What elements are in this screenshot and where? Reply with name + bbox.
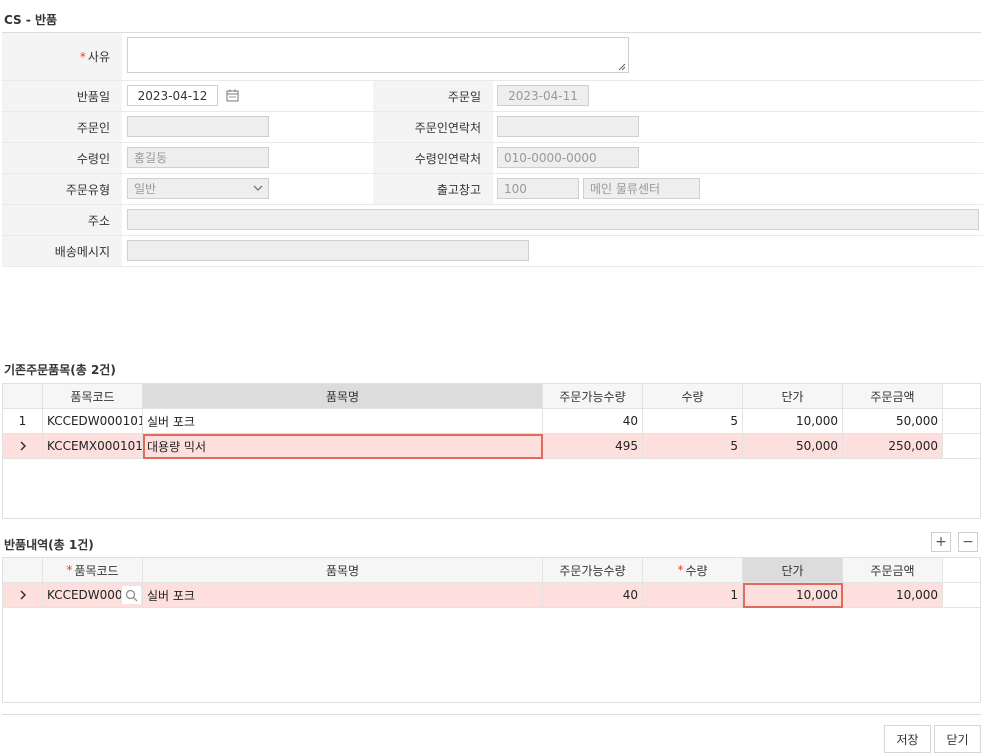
form-row-type: 주문유형 일반 출고창고 100 메인 물류센터 [2, 174, 983, 205]
form-row-orderer: 주문인 주문인연락처 [2, 112, 983, 143]
form-row-receiver: 수령인 홍길동 수령인연락처 010-0000-0000 [2, 143, 983, 174]
required-mark: * [677, 563, 684, 577]
return-date-label: 반품일 [2, 81, 122, 111]
header-code[interactable]: 품목코드 [43, 384, 143, 408]
cell-amount[interactable]: 10,000 [843, 583, 943, 607]
reason-textarea[interactable] [127, 37, 629, 73]
cell-avail[interactable]: 495 [543, 434, 643, 458]
header-avail[interactable]: 주문가능수량 [543, 384, 643, 408]
cell-qty[interactable]: 5 [643, 434, 743, 458]
header-qty[interactable]: * 수량 [643, 558, 743, 582]
orig-order-grid: 품목코드 품목명 주문가능수량 수량 단가 주문금액 1 KCCEDW00010… [2, 383, 981, 519]
cell-avail[interactable]: 40 [543, 409, 643, 433]
form-row-address: 주소 [2, 205, 983, 236]
receiver-label: 수령인 [2, 143, 122, 173]
order-type-value: 일반 [134, 182, 157, 196]
cell-avail[interactable]: 40 [543, 583, 643, 607]
cell-price[interactable]: 10,000 [743, 409, 843, 433]
header-qty[interactable]: 수량 [643, 384, 743, 408]
header-code[interactable]: * 품목코드 [43, 558, 143, 582]
receiver-input: 홍길동 [127, 147, 269, 168]
add-row-button[interactable]: + [931, 532, 951, 552]
cell-code[interactable]: KCCEMX000101 [43, 434, 143, 458]
header-name[interactable]: 품목명 [143, 558, 543, 582]
receiver-contact-input: 010-0000-0000 [497, 147, 639, 168]
cell-price[interactable]: 10,000 [743, 583, 843, 607]
cell-code[interactable]: KCCEDW000101 [43, 409, 143, 433]
cell-amount[interactable]: 250,000 [843, 434, 943, 458]
warehouse-label: 출고창고 [373, 174, 493, 204]
chevron-down-icon [253, 185, 263, 191]
warehouse-code-input: 100 [497, 178, 579, 199]
orderer-input [127, 116, 269, 137]
form-row-reason: * 사유 [2, 33, 983, 81]
table-row-selected[interactable]: KCCEDW000 실버 포크 40 1 10,000 10,000 [3, 583, 980, 608]
header-marker [3, 384, 43, 408]
warehouse-name-input: 메인 물류센터 [583, 178, 700, 199]
cell-qty[interactable]: 1 [643, 583, 743, 607]
return-grid: * 품목코드 품목명 주문가능수량 * 수량 단가 주문금액 KCCEDW000 실… [2, 557, 981, 703]
orderer-contact-input [497, 116, 639, 137]
return-form: * 사유 반품일 2023-04-12 주문일 2023-04-11 주문인 주문… [2, 33, 983, 267]
order-date-input: 2023-04-11 [497, 85, 589, 106]
page-title: CS - 반품 [4, 13, 58, 27]
calendar-icon[interactable] [223, 86, 241, 104]
remove-row-button[interactable]: − [958, 532, 978, 552]
header-price[interactable]: 단가 [743, 384, 843, 408]
search-icon[interactable] [121, 586, 141, 604]
row-pointer-icon [3, 434, 43, 458]
header-qty-text: 수량 [685, 563, 708, 578]
orderer-label: 주문인 [2, 112, 122, 142]
table-row-selected[interactable]: KCCEMX000101 대용량 믹서 495 5 50,000 250,000 [3, 434, 980, 459]
orderer-contact-label: 주문인연락처 [373, 112, 493, 142]
form-row-delivery: 배송메시지 [2, 236, 983, 267]
cell-amount[interactable]: 50,000 [843, 409, 943, 433]
header-price[interactable]: 단가 [743, 558, 843, 582]
close-button[interactable]: 닫기 [934, 725, 981, 753]
cell-code[interactable]: KCCEDW000 [43, 583, 143, 607]
row-number: 1 [3, 409, 43, 433]
grid-header: 품목코드 품목명 주문가능수량 수량 단가 주문금액 [3, 384, 980, 409]
address-label: 주소 [2, 205, 122, 235]
header-code-text: 품목코드 [74, 563, 119, 578]
cell-name[interactable]: 실버 포크 [143, 583, 543, 607]
header-marker [3, 558, 43, 582]
receiver-contact-label: 수령인연락처 [373, 143, 493, 173]
address-input [127, 209, 979, 230]
header-amount[interactable]: 주문금액 [843, 384, 943, 408]
order-type-select: 일반 [127, 178, 269, 199]
orig-grid-title: 기존주문품목(총 2건) [4, 363, 116, 377]
required-mark: * [66, 563, 73, 577]
cell-price[interactable]: 50,000 [743, 434, 843, 458]
required-mark: * [79, 49, 86, 64]
footer-divider [2, 714, 981, 715]
resize-handle-icon[interactable] [618, 63, 626, 71]
order-type-label: 주문유형 [2, 174, 122, 204]
grid-header: * 품목코드 품목명 주문가능수량 * 수량 단가 주문금액 [3, 558, 980, 583]
return-grid-title: 반품내역(총 1건) [4, 538, 94, 552]
header-name[interactable]: 품목명 [143, 384, 543, 408]
delivery-msg-input [127, 240, 529, 261]
reason-label-text: 사유 [87, 50, 110, 64]
save-button[interactable]: 저장 [884, 725, 931, 753]
cell-code-text: KCCEDW000 [47, 588, 123, 602]
return-date-input[interactable]: 2023-04-12 [127, 85, 218, 106]
reason-label: * 사유 [2, 33, 122, 80]
delivery-msg-label: 배송메시지 [2, 236, 122, 266]
table-row[interactable]: 1 KCCEDW000101 실버 포크 40 5 10,000 50,000 [3, 409, 980, 434]
cell-name[interactable]: 대용량 믹서 [143, 434, 543, 458]
order-date-label: 주문일 [373, 81, 493, 111]
header-amount[interactable]: 주문금액 [843, 558, 943, 582]
form-row-dates: 반품일 2023-04-12 주문일 2023-04-11 [2, 81, 983, 112]
header-avail[interactable]: 주문가능수량 [543, 558, 643, 582]
row-pointer-icon [3, 583, 43, 607]
cell-name[interactable]: 실버 포크 [143, 409, 543, 433]
cell-qty[interactable]: 5 [643, 409, 743, 433]
